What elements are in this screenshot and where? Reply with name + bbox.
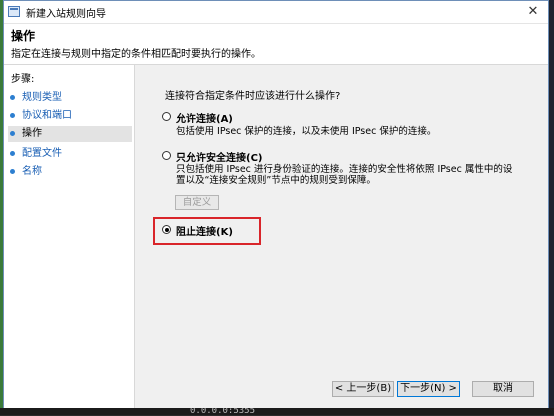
- step-name[interactable]: 名称: [8, 164, 132, 180]
- next-button[interactable]: 下一步(N) >: [397, 381, 460, 397]
- step-label: 配置文件: [22, 148, 62, 159]
- step-profile[interactable]: 配置文件: [8, 146, 132, 162]
- allow-secure-connection-description-line2: 置以及“连接安全规则”节点中的规则受到保障。: [176, 175, 376, 186]
- steps-pane: 步骤: 规则类型 协议和端口 操作 配置文件 名称: [4, 65, 135, 408]
- step-label: 协议和端口: [22, 110, 72, 121]
- new-inbound-rule-wizard: 新建入站规则向导 ✕ 操作 指定在连接与规则中指定的条件相匹配时要执行的操作。 …: [3, 0, 549, 408]
- step-label: 操作: [22, 128, 42, 139]
- wizard-header: 操作 指定在连接与规则中指定的条件相匹配时要执行的操作。: [4, 24, 548, 65]
- background-window-bottom: [0, 408, 554, 415]
- page-title: 操作: [11, 29, 36, 43]
- step-rule-type[interactable]: 规则类型: [8, 90, 132, 106]
- action-content: 连接符合指定条件时应该进行什么操作? 允许连接(A) 包括使用 IPsec 保护…: [135, 65, 548, 408]
- step-action[interactable]: 操作: [8, 126, 132, 142]
- highlight-annotation-box: [153, 217, 261, 245]
- page-description: 指定在连接与规则中指定的条件相匹配时要执行的操作。: [11, 49, 261, 60]
- window-title: 新建入站规则向导: [26, 9, 106, 20]
- step-bullet-icon: [10, 113, 15, 118]
- allow-secure-connection-label[interactable]: 只允许安全连接(C): [176, 149, 262, 164]
- customize-button[interactable]: 自定义: [175, 195, 219, 210]
- allow-secure-connection-radio[interactable]: [162, 151, 171, 160]
- title-bar[interactable]: 新建入站规则向导 ✕: [4, 1, 548, 24]
- steps-label: 步骤:: [11, 74, 35, 85]
- allow-connection-radio[interactable]: [162, 112, 171, 121]
- step-bullet-icon: [10, 95, 15, 100]
- window-app-icon: [8, 6, 20, 17]
- cancel-button[interactable]: 取消: [472, 381, 534, 397]
- step-label: 名称: [22, 166, 42, 177]
- allow-connection-label[interactable]: 允许连接(A): [176, 110, 233, 125]
- allow-connection-description: 包括使用 IPsec 保护的连接，以及未使用 IPsec 保护的连接。: [176, 126, 437, 137]
- background-window-right: [549, 0, 554, 415]
- step-bullet-icon: [10, 169, 15, 174]
- step-protocol-ports[interactable]: 协议和端口: [8, 108, 132, 124]
- step-bullet-icon: [10, 131, 15, 136]
- step-bullet-icon: [10, 151, 15, 156]
- close-icon[interactable]: ✕: [523, 3, 543, 21]
- back-button[interactable]: < 上一步(B): [332, 381, 394, 397]
- step-label: 规则类型: [22, 92, 62, 103]
- allow-secure-connection-description-line1: 只包括使用 IPsec 进行身份验证的连接。连接的安全性将依照 IPsec 属性…: [176, 164, 513, 175]
- action-question: 连接符合指定条件时应该进行什么操作?: [165, 91, 341, 102]
